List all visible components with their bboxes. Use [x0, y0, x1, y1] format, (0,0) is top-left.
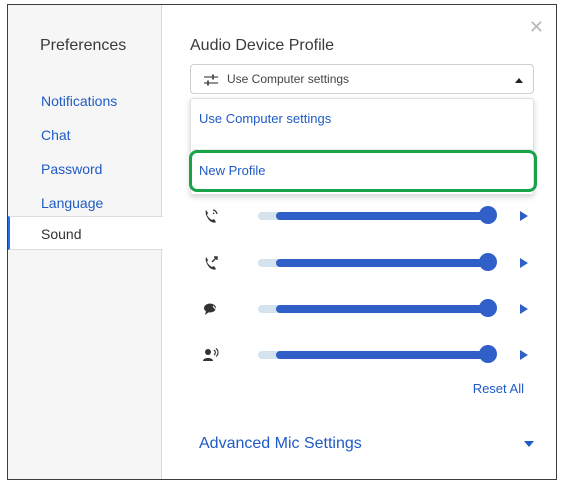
volume-row-incoming-call	[202, 206, 542, 226]
volume-slider-fill	[276, 305, 492, 313]
main-panel: Audio Device Profile Use Computer settin…	[162, 5, 556, 479]
volume-slider-thumb[interactable]	[479, 253, 497, 271]
sidebar-item-password[interactable]: Password	[8, 152, 163, 186]
outgoing-call-icon	[205, 256, 218, 270]
volume-row-outgoing-call	[202, 253, 542, 273]
volume-slider-thumb[interactable]	[479, 206, 497, 224]
play-icon[interactable]	[520, 304, 528, 314]
volume-slider-track[interactable]	[258, 259, 492, 267]
audio-profile-dropdown-menu: Use Computer settings New Profile	[190, 98, 534, 195]
section-title: Audio Device Profile	[190, 37, 335, 54]
incoming-call-icon	[205, 209, 218, 223]
sidebar-item-chat[interactable]: Chat	[8, 118, 163, 152]
sidebar-title: Preferences	[40, 37, 127, 54]
chevron-down-icon[interactable]	[524, 441, 534, 447]
volume-slider-track[interactable]	[258, 305, 492, 313]
volume-slider-track[interactable]	[258, 212, 492, 220]
sliders-icon	[204, 74, 218, 86]
audio-profile-select-value: Use Computer settings	[227, 72, 350, 86]
volume-row-speaking	[202, 345, 542, 365]
sidebar-item-sound[interactable]: Sound	[8, 216, 163, 250]
chevron-up-icon	[515, 78, 523, 83]
play-icon[interactable]	[520, 211, 528, 221]
speaking-person-icon	[203, 348, 219, 361]
menu-item-use-computer-settings[interactable]: Use Computer settings	[191, 99, 533, 139]
menu-divider	[191, 149, 533, 150]
reset-all-button[interactable]: Reset All	[473, 381, 524, 396]
volume-slider-thumb[interactable]	[479, 299, 497, 317]
play-icon[interactable]	[520, 258, 528, 268]
volume-slider-track[interactable]	[258, 351, 492, 359]
menu-item-new-profile[interactable]: New Profile	[191, 151, 533, 191]
volume-slider-fill	[276, 259, 492, 267]
volume-slider-fill	[276, 212, 492, 220]
audio-profile-select[interactable]: Use Computer settings	[190, 64, 534, 94]
volume-slider-thumb[interactable]	[479, 345, 497, 363]
sidebar-item-language[interactable]: Language	[8, 186, 163, 220]
preferences-window: Preferences Notifications Chat Password …	[7, 4, 557, 480]
sidebar-item-notifications[interactable]: Notifications	[8, 84, 163, 118]
play-icon[interactable]	[520, 350, 528, 360]
sidebar: Preferences Notifications Chat Password …	[8, 5, 163, 479]
volume-slider-fill	[276, 351, 492, 359]
chat-bubble-icon	[204, 303, 219, 315]
advanced-mic-settings-toggle[interactable]: Advanced Mic Settings	[199, 435, 362, 453]
volume-row-chat	[202, 299, 542, 319]
